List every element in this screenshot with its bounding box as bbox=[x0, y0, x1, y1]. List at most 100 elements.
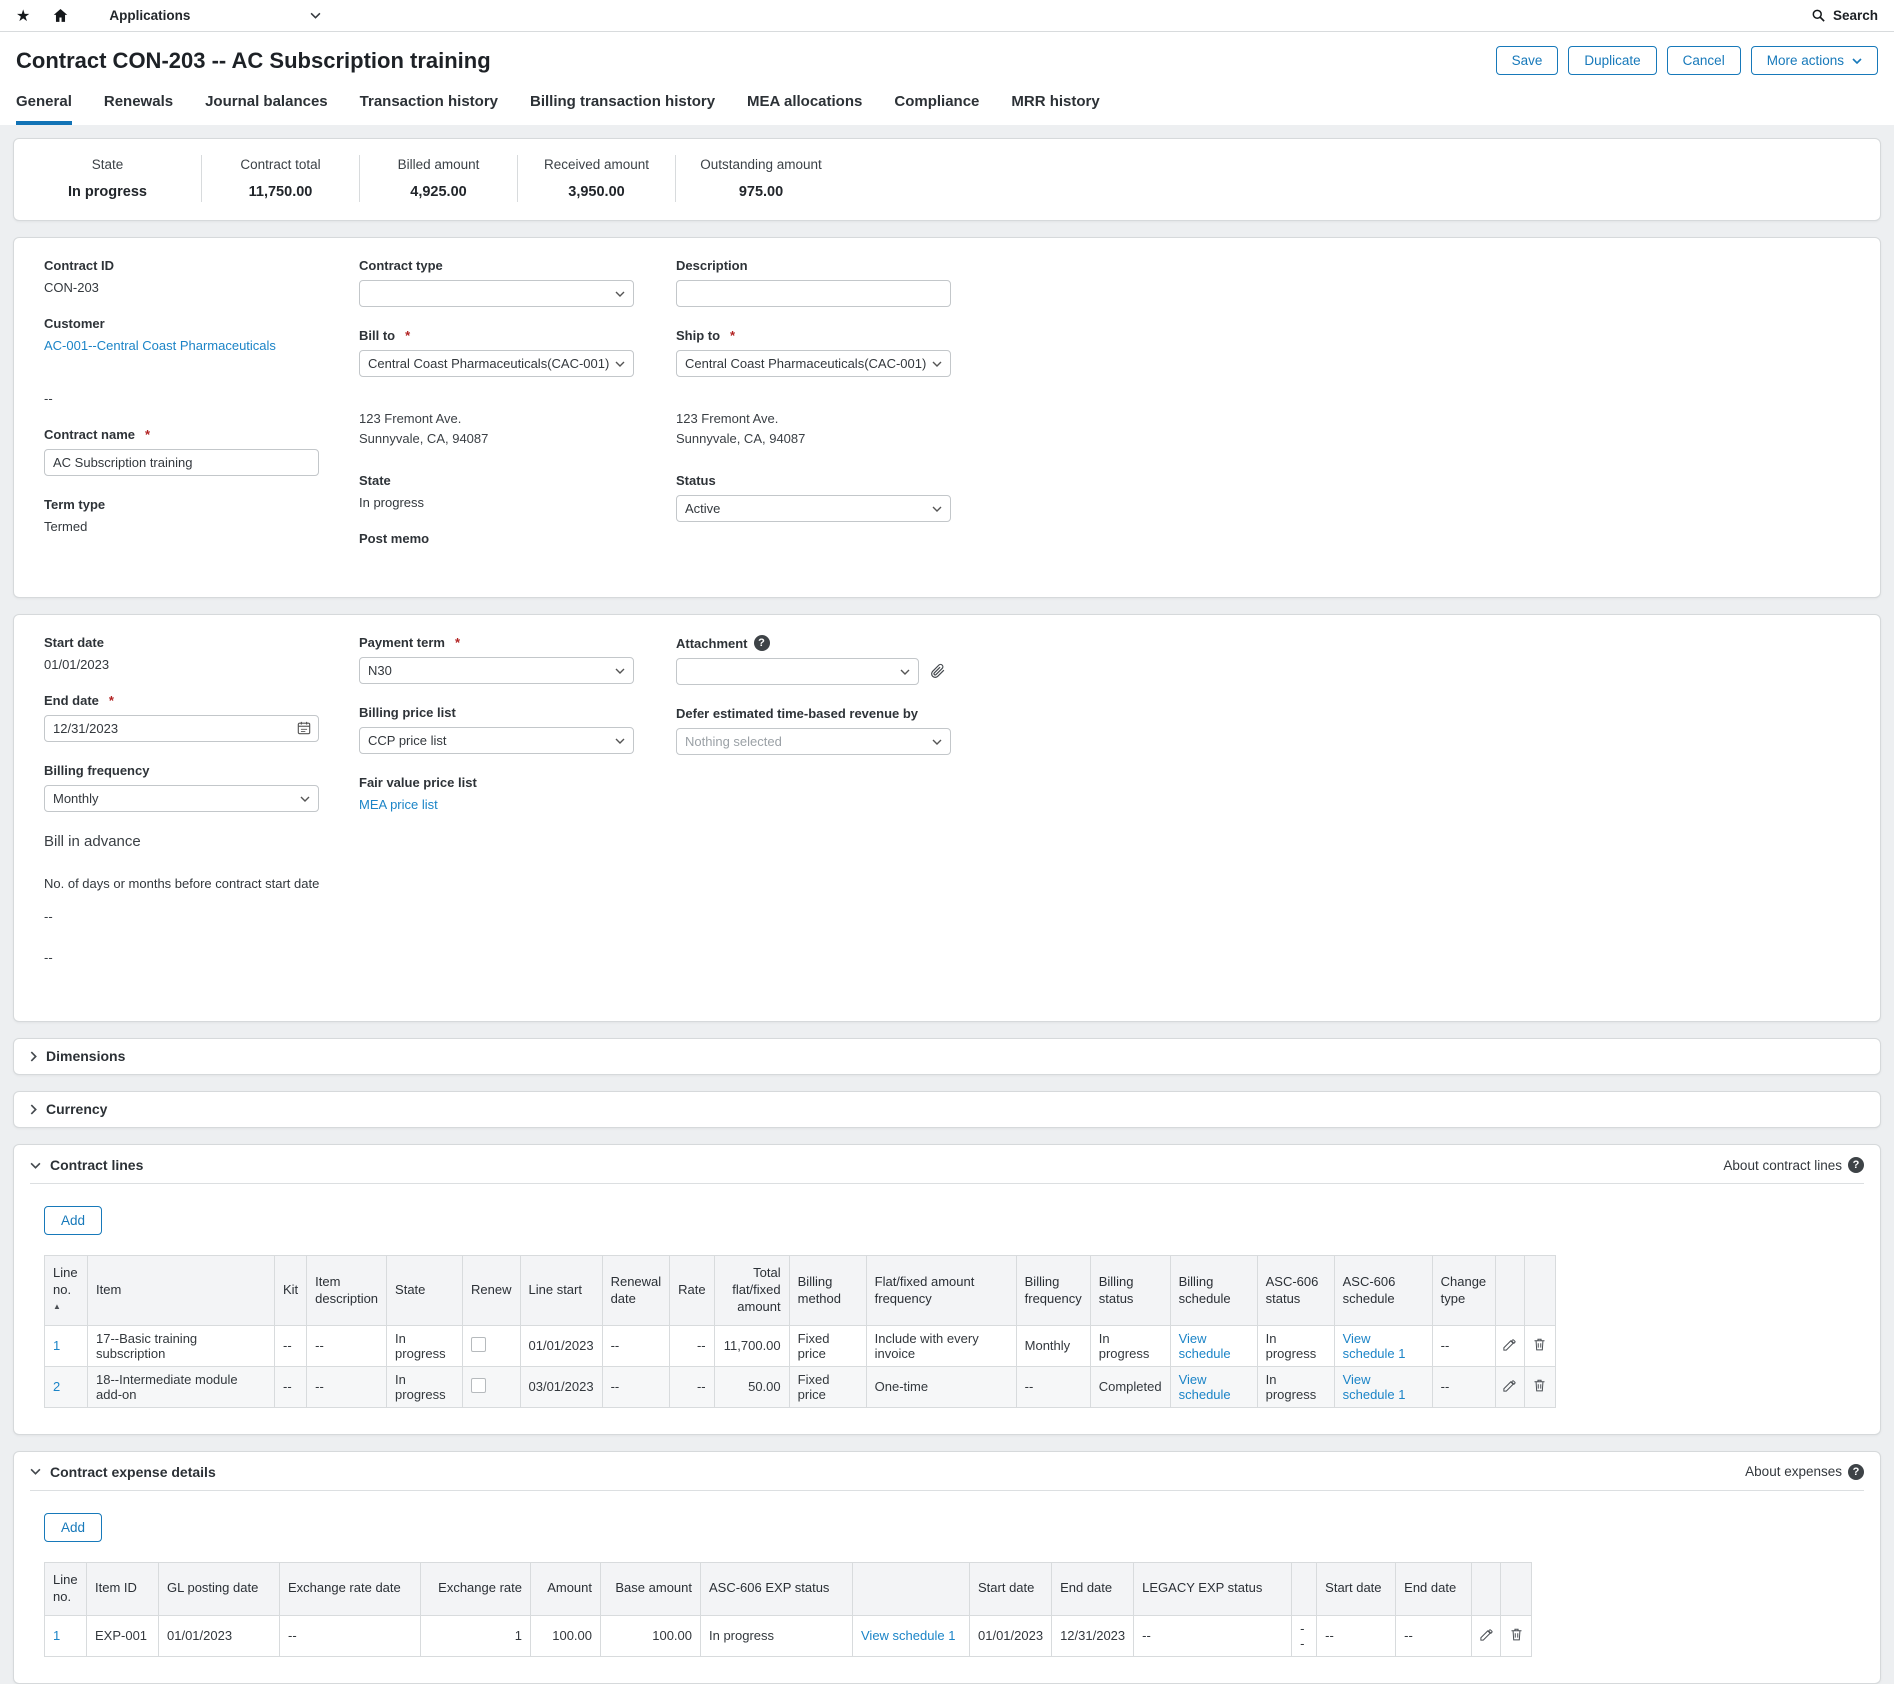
more-actions-button[interactable]: More actions bbox=[1751, 46, 1878, 75]
applications-menu[interactable]: Applications bbox=[109, 8, 321, 23]
col-exp-item-id[interactable]: Item ID bbox=[87, 1562, 159, 1615]
tab-mrr-history[interactable]: MRR history bbox=[1011, 93, 1099, 125]
col-amount[interactable]: Amount bbox=[531, 1562, 601, 1615]
chevron-down-icon bbox=[615, 668, 625, 674]
bill-to-select[interactable]: Central Coast Pharmaceuticals(CAC-001) bbox=[359, 350, 634, 377]
applications-label: Applications bbox=[109, 8, 190, 23]
col-asc606-exp-status[interactable]: ASC-606 EXP status bbox=[701, 1562, 853, 1615]
chevron-down-icon[interactable] bbox=[30, 1162, 41, 1169]
col-billing-status[interactable]: Billing status bbox=[1090, 1256, 1170, 1326]
col-legacy-end-date[interactable]: End date bbox=[1396, 1562, 1472, 1615]
view-expense-schedule-link[interactable]: View schedule 1 bbox=[861, 1628, 955, 1643]
contract-type-field: Contract type bbox=[359, 258, 676, 307]
delete-trash-icon[interactable] bbox=[1532, 1381, 1547, 1396]
help-icon: ? bbox=[1848, 1157, 1864, 1173]
tab-compliance[interactable]: Compliance bbox=[894, 93, 979, 125]
col-base-amount[interactable]: Base amount bbox=[601, 1562, 701, 1615]
add-expense-button[interactable]: Add bbox=[44, 1513, 102, 1542]
ship-to-select[interactable]: Central Coast Pharmaceuticals(CAC-001) bbox=[676, 350, 951, 377]
help-icon[interactable]: ? bbox=[754, 635, 770, 651]
contract-name-input[interactable] bbox=[44, 449, 319, 476]
delete-trash-icon[interactable] bbox=[1509, 1630, 1524, 1645]
col-line-start[interactable]: Line start bbox=[520, 1256, 602, 1326]
add-contract-line-button[interactable]: Add bbox=[44, 1206, 102, 1235]
expense-line-number-link[interactable]: 1 bbox=[53, 1628, 60, 1643]
contract-type-select[interactable] bbox=[359, 280, 634, 307]
col-gl-posting-date[interactable]: GL posting date bbox=[159, 1562, 280, 1615]
billing-frequency-select[interactable]: Monthly bbox=[44, 785, 319, 812]
col-total-flat-fixed[interactable]: Total flat/fixed amount bbox=[714, 1256, 789, 1326]
view-asc606-schedule-link[interactable]: View schedule 1 bbox=[1343, 1372, 1406, 1402]
tab-transaction-history[interactable]: Transaction history bbox=[360, 93, 498, 125]
delete-trash-icon[interactable] bbox=[1532, 1340, 1547, 1355]
col-state[interactable]: State bbox=[387, 1256, 463, 1326]
end-date-input[interactable] bbox=[44, 715, 319, 742]
tab-mea-allocations[interactable]: MEA allocations bbox=[747, 93, 862, 125]
edit-pencil-icon[interactable] bbox=[1502, 1340, 1517, 1355]
customer-link[interactable]: AC-001--Central Coast Pharmaceuticals bbox=[44, 338, 276, 353]
col-item[interactable]: Item bbox=[88, 1256, 275, 1326]
col-renewal-date[interactable]: Renewal date bbox=[602, 1256, 670, 1326]
view-billing-schedule-link[interactable]: View schedule bbox=[1179, 1372, 1231, 1402]
search-button[interactable]: Search bbox=[1811, 8, 1878, 23]
tab-general[interactable]: General bbox=[16, 93, 72, 125]
terms-form-card: Start date 01/01/2023 End date Billing f… bbox=[13, 614, 1881, 1022]
col-legacy-exp-status[interactable]: LEGACY EXP status bbox=[1134, 1562, 1292, 1615]
duplicate-button[interactable]: Duplicate bbox=[1568, 46, 1656, 75]
customer-field: Customer AC-001--Central Coast Pharmaceu… bbox=[44, 316, 359, 353]
summary-billed-amount: Billed amount 4,925.00 bbox=[360, 155, 518, 202]
home-icon[interactable] bbox=[52, 7, 69, 24]
col-rate[interactable]: Rate bbox=[670, 1256, 714, 1326]
col-asc606-schedule[interactable]: ASC-606 schedule bbox=[1334, 1256, 1432, 1326]
about-expenses[interactable]: About expenses ? bbox=[1745, 1464, 1864, 1480]
line-number-link[interactable]: 1 bbox=[53, 1338, 60, 1353]
attachment-select[interactable] bbox=[676, 658, 919, 685]
view-billing-schedule-link[interactable]: View schedule bbox=[1179, 1331, 1231, 1361]
about-contract-lines[interactable]: About contract lines ? bbox=[1723, 1157, 1864, 1173]
col-legacy-start-date[interactable]: Start date bbox=[1317, 1562, 1396, 1615]
col-item-description[interactable]: Item description bbox=[307, 1256, 387, 1326]
save-button[interactable]: Save bbox=[1496, 46, 1559, 75]
col-exp-end-date[interactable]: End date bbox=[1052, 1562, 1134, 1615]
billing-price-list-select[interactable]: CCP price list bbox=[359, 727, 634, 754]
dimensions-section-toggle[interactable]: Dimensions bbox=[13, 1038, 1881, 1075]
calendar-icon[interactable] bbox=[297, 721, 311, 738]
expense-table: Line no. Item ID GL posting date Exchang… bbox=[44, 1562, 1532, 1657]
view-asc606-schedule-link[interactable]: View schedule 1 bbox=[1343, 1331, 1406, 1361]
currency-section-toggle[interactable]: Currency bbox=[13, 1091, 1881, 1128]
tab-renewals[interactable]: Renewals bbox=[104, 93, 173, 125]
col-exp-start-date[interactable]: Start date bbox=[970, 1562, 1052, 1615]
defer-revenue-field: Defer estimated time-based revenue by No… bbox=[676, 706, 951, 755]
line-number-link[interactable]: 2 bbox=[53, 1379, 60, 1394]
tab-journal-balances[interactable]: Journal balances bbox=[205, 93, 328, 125]
favorite-star-icon[interactable]: ★ bbox=[16, 6, 30, 26]
chevron-down-icon[interactable] bbox=[30, 1468, 41, 1475]
edit-pencil-icon[interactable] bbox=[1479, 1630, 1494, 1645]
col-renew[interactable]: Renew bbox=[463, 1256, 520, 1326]
col-billing-frequency[interactable]: Billing frequency bbox=[1016, 1256, 1090, 1326]
col-exchange-rate[interactable]: Exchange rate bbox=[421, 1562, 531, 1615]
col-exchange-rate-date[interactable]: Exchange rate date bbox=[280, 1562, 421, 1615]
edit-pencil-icon[interactable] bbox=[1502, 1381, 1517, 1396]
col-asc606-status[interactable]: ASC-606 status bbox=[1257, 1256, 1334, 1326]
col-line-no[interactable]: Line no. ▲ bbox=[45, 1256, 88, 1326]
defer-revenue-select[interactable]: Nothing selected bbox=[676, 728, 951, 755]
col-billing-schedule[interactable]: Billing schedule bbox=[1170, 1256, 1257, 1326]
col-change-type[interactable]: Change type bbox=[1432, 1256, 1495, 1326]
renew-checkbox[interactable] bbox=[471, 1378, 486, 1393]
col-billing-method[interactable]: Billing method bbox=[789, 1256, 866, 1326]
chevron-right-icon bbox=[30, 1104, 37, 1115]
payment-term-select[interactable]: N30 bbox=[359, 657, 634, 684]
cancel-button[interactable]: Cancel bbox=[1667, 46, 1741, 75]
col-flat-fixed-frequency[interactable]: Flat/fixed amount frequency bbox=[866, 1256, 1016, 1326]
tab-billing-transaction-history[interactable]: Billing transaction history bbox=[530, 93, 715, 125]
description-input[interactable] bbox=[676, 280, 951, 307]
paperclip-icon[interactable] bbox=[929, 662, 946, 682]
col-exp-line-no[interactable]: Line no. bbox=[45, 1562, 87, 1615]
status-select[interactable]: Active bbox=[676, 495, 951, 522]
chevron-down-icon bbox=[1852, 58, 1862, 64]
renew-checkbox[interactable] bbox=[471, 1337, 486, 1352]
mea-price-list-link[interactable]: MEA price list bbox=[359, 797, 438, 812]
payment-term-field: Payment term N30 bbox=[359, 635, 676, 684]
col-kit[interactable]: Kit bbox=[275, 1256, 307, 1326]
